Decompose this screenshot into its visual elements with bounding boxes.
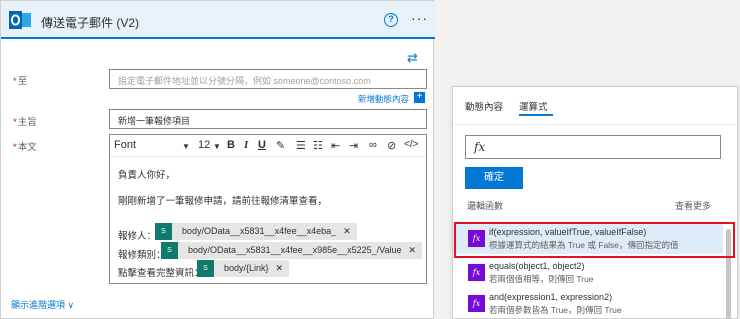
to-field[interactable]: 指定電子郵件地址並以分號分隔，例如 someone@contoso.com: [109, 69, 427, 89]
bullet-list-icon[interactable]: ☰: [296, 139, 306, 152]
remove-token-icon[interactable]: ✕: [343, 226, 351, 236]
fx-icon: fx: [474, 140, 486, 154]
add-dynamic-content-link[interactable]: 新增動態內容: [358, 93, 409, 105]
card-title: 傳送電子郵件 (V2): [41, 16, 140, 30]
sharepoint-icon: S: [197, 260, 214, 277]
dynamic-token[interactable]: Sbody/{Link} ✕: [197, 260, 290, 277]
tab-expression[interactable]: 運算式: [519, 99, 548, 113]
editor-toolbar: Font ▼ 12 ▼ B I U ✎ ☰ ☷ ⇤ ⇥ ∞ ⊘ </>: [110, 135, 426, 157]
body-row-label: 點擊查看完整資訊：: [118, 268, 204, 279]
underline-icon[interactable]: U: [258, 139, 266, 151]
dynamic-token[interactable]: Sbody/OData__x5831__x4fee__x4eba_ ✕: [155, 223, 357, 240]
more-options-icon[interactable]: ···: [411, 10, 428, 26]
send-email-action-card: 傳送電子郵件 (V2) ? ··· ⇄ *至 指定電子郵件地址並以分號分隔，例如…: [0, 0, 435, 319]
increase-indent-icon[interactable]: ⇥: [349, 139, 358, 152]
link-icon[interactable]: ∞: [369, 139, 377, 151]
chevron-down-icon[interactable]: ▼: [213, 142, 221, 151]
function-name: and(expression1, expression2): [489, 292, 613, 302]
function-description: 若兩個值相等，則傳回 True: [489, 274, 594, 284]
dynamic-token[interactable]: Sbody/OData__x5831__x4fee__x985e__x5225_…: [161, 242, 423, 259]
divider: [453, 124, 737, 125]
dynamic-content-panel: 動態內容 運算式 fx 確定 邏輯函數 查看更多 fx if(expressio…: [452, 86, 738, 319]
function-name: equals(object1, object2): [489, 261, 585, 271]
body-line: 剛剛新增了一筆報修申請，請前往報修清單查看，: [118, 196, 328, 207]
show-advanced-options-link[interactable]: 顯示進階選項 ∨: [11, 298, 74, 311]
function-icon: fx: [468, 264, 485, 281]
ok-button[interactable]: 確定: [465, 167, 523, 189]
code-view-icon[interactable]: </>: [404, 139, 418, 150]
font-size-select[interactable]: 12: [198, 139, 210, 151]
font-family-select[interactable]: Font: [114, 139, 136, 151]
body-row-label: 報修人：: [118, 231, 157, 242]
remove-token-icon[interactable]: ✕: [276, 263, 284, 273]
numbered-list-icon[interactable]: ☷: [313, 139, 323, 152]
remove-token-icon[interactable]: ✕: [409, 245, 417, 255]
body-editor[interactable]: Font ▼ 12 ▼ B I U ✎ ☰ ☷ ⇤ ⇥ ∞ ⊘ </> 負責人你…: [109, 134, 427, 284]
chevron-down-icon[interactable]: ▼: [182, 142, 190, 151]
to-label: *至: [13, 76, 28, 87]
body-line: 負責人你好，: [118, 170, 176, 181]
function-description: 若兩個參數皆為 True，則傳回 True: [489, 305, 622, 315]
subject-label: *主旨: [13, 117, 37, 128]
card-header[interactable]: 傳送電子郵件 (V2) ? ···: [1, 1, 435, 39]
switch-mode-icon[interactable]: ⇄: [407, 50, 418, 66]
expression-input[interactable]: fx: [465, 135, 721, 159]
bold-icon[interactable]: B: [227, 139, 235, 151]
italic-icon[interactable]: I: [244, 139, 248, 151]
decrease-indent-icon[interactable]: ⇤: [331, 139, 340, 152]
subject-field[interactable]: 新增一筆報修項目: [109, 109, 427, 129]
active-tab-indicator: [519, 114, 553, 116]
pen-icon[interactable]: ✎: [276, 139, 285, 152]
see-more-link[interactable]: 查看更多: [675, 199, 711, 212]
help-icon[interactable]: ?: [384, 13, 398, 27]
sharepoint-icon: S: [161, 242, 178, 259]
unlink-icon[interactable]: ⊘: [387, 139, 396, 152]
add-dynamic-content-icon[interactable]: +: [414, 92, 425, 103]
body-label: *本文: [13, 142, 37, 153]
function-item-equals[interactable]: fx equals(object1, object2) 若兩個值相等，則傳回 T…: [453, 258, 723, 288]
outlook-icon: [9, 11, 31, 29]
function-icon: fx: [468, 295, 485, 312]
section-title: 邏輯函數: [467, 201, 504, 211]
tab-dynamic-content[interactable]: 動態內容: [465, 99, 503, 113]
function-item-and[interactable]: fx and(expression1, expression2) 若兩個參數皆為…: [453, 289, 723, 319]
sharepoint-icon: S: [155, 223, 172, 240]
highlight-annotation: [454, 222, 735, 258]
body-row-label: 報修類別：: [118, 250, 166, 261]
